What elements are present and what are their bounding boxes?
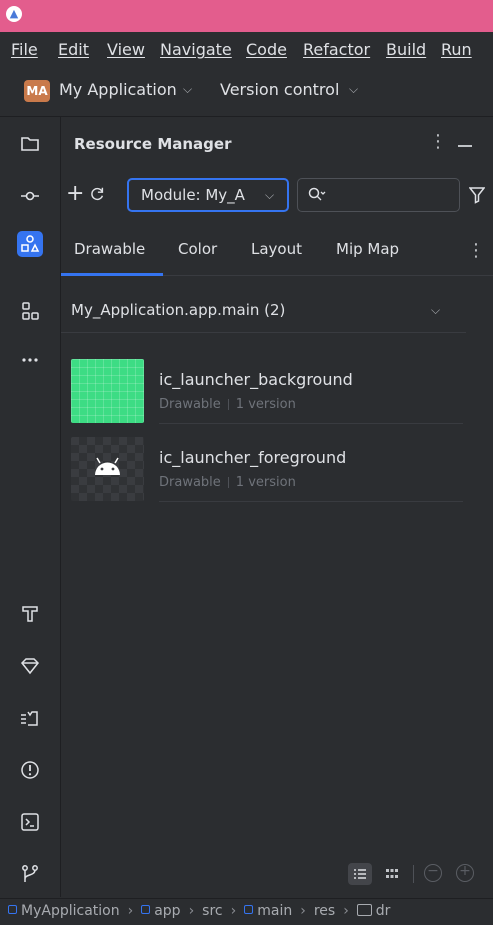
logcat-icon[interactable]: [17, 705, 43, 731]
menu-refactor[interactable]: Refactor: [303, 40, 370, 59]
active-tab-indicator: [61, 273, 163, 276]
menu-file[interactable]: File: [11, 40, 38, 59]
menu-run[interactable]: Run: [441, 40, 472, 59]
tab-color[interactable]: Color: [178, 240, 217, 258]
tab-drawable[interactable]: Drawable: [74, 240, 145, 258]
menu-navigate[interactable]: Navigate: [160, 40, 232, 59]
zoom-out-icon[interactable]: −: [424, 864, 442, 882]
folder-icon[interactable]: [17, 131, 43, 157]
resource-manager-icon[interactable]: [17, 231, 43, 257]
menu-build[interactable]: Build: [386, 40, 426, 59]
resource-meta: Drawable 1 version: [159, 397, 296, 412]
breadcrumb-item[interactable]: dr: [356, 903, 390, 919]
divider: [413, 865, 414, 883]
status-bar: MyApplication › app › src › main › res › dr: [0, 898, 493, 925]
panel-title: Resource Manager: [74, 135, 232, 153]
resource-thumbnail: [71, 359, 144, 423]
breadcrumb-item[interactable]: MyApplication: [8, 903, 120, 919]
project-selector[interactable]: My Application: [59, 80, 177, 99]
divider: [159, 423, 463, 424]
list-icon: [354, 869, 366, 879]
tab-layout[interactable]: Layout: [251, 240, 302, 258]
android-studio-logo-icon: ▲: [6, 6, 22, 22]
grid-view-button[interactable]: [380, 863, 404, 885]
resource-name: ic_launcher_foreground: [159, 448, 347, 467]
tab-mip-map[interactable]: Mip Map: [336, 240, 399, 258]
problems-icon[interactable]: [17, 757, 43, 783]
gem-icon[interactable]: [17, 653, 43, 679]
module-icon: [244, 905, 254, 914]
breadcrumb-item[interactable]: main: [244, 903, 292, 919]
resource-manager-panel: Resource Manager ⋮ + Module: My_A ⌵ Draw…: [61, 117, 493, 897]
chevron-right-icon: ›: [300, 903, 306, 919]
left-tool-strip: [0, 117, 61, 897]
breadcrumb-item[interactable]: res: [314, 903, 335, 919]
module-select-value: Module: My_A: [141, 186, 245, 204]
refresh-icon[interactable]: [88, 185, 106, 203]
chevron-right-icon: ›: [343, 903, 349, 919]
title-bar: ▲: [0, 0, 493, 32]
terminal-icon[interactable]: [17, 809, 43, 835]
chevron-right-icon: ›: [188, 903, 195, 919]
version-control-selector[interactable]: Version control: [220, 80, 339, 99]
chevron-right-icon: ›: [230, 903, 237, 919]
chevron-down-icon[interactable]: ⌵: [431, 303, 440, 318]
menu-bar: File Edit View Navigate Code Refactor Bu…: [0, 32, 493, 66]
list-item[interactable]: ic_launcher_foreground Drawable 1 version: [71, 437, 463, 507]
chevron-down-icon[interactable]: ⌵: [183, 82, 192, 97]
divider: [159, 501, 463, 502]
chevron-right-icon: ›: [127, 903, 134, 919]
structure-icon[interactable]: [17, 298, 43, 324]
git-icon[interactable]: [17, 861, 43, 887]
android-robot-icon: [95, 457, 120, 475]
list-view-button[interactable]: [348, 863, 372, 885]
chevron-down-icon[interactable]: ⌵: [349, 82, 358, 97]
module-select[interactable]: Module: My_A ⌵: [127, 178, 289, 212]
add-icon[interactable]: +: [66, 183, 84, 205]
minimize-icon[interactable]: [458, 145, 472, 147]
resource-tabs: Drawable Color Layout Mip Map: [61, 229, 493, 276]
zoom-in-icon[interactable]: +: [456, 864, 474, 882]
project-bar: MA My Application ⌵ Version control ⌵: [0, 66, 493, 117]
menu-view[interactable]: View: [107, 40, 145, 59]
module-icon: [141, 905, 151, 914]
search-icon: [308, 187, 326, 201]
grid-icon: [386, 869, 398, 878]
breadcrumb-item[interactable]: src: [202, 903, 222, 919]
breadcrumb: MyApplication › app › src › main › res › dr: [8, 903, 390, 919]
more-vertical-icon[interactable]: ⋮: [429, 131, 447, 152]
chevron-down-icon: ⌵: [265, 188, 275, 202]
list-item[interactable]: ic_launcher_background Drawable 1 version: [71, 359, 463, 429]
project-badge[interactable]: MA: [24, 80, 50, 102]
menu-code[interactable]: Code: [246, 40, 287, 59]
folder-icon: [356, 904, 372, 916]
build-hammer-icon[interactable]: [17, 601, 43, 627]
module-icon: [8, 905, 17, 914]
resource-thumbnail: [71, 437, 144, 501]
resource-meta: Drawable 1 version: [159, 475, 296, 490]
menu-edit[interactable]: Edit: [58, 40, 89, 59]
more-vertical-icon[interactable]: ⋮: [467, 240, 485, 261]
search-box[interactable]: [297, 178, 460, 212]
more-icon[interactable]: [17, 347, 43, 373]
search-input[interactable]: [330, 183, 454, 209]
filter-icon[interactable]: [469, 186, 485, 204]
resource-group-header[interactable]: My_Application.app.main (2) ⌵: [61, 289, 466, 333]
resource-group-label: My_Application.app.main (2): [71, 301, 286, 319]
commit-icon[interactable]: [17, 183, 43, 209]
resource-name: ic_launcher_background: [159, 370, 353, 389]
breadcrumb-item[interactable]: app: [141, 903, 181, 919]
